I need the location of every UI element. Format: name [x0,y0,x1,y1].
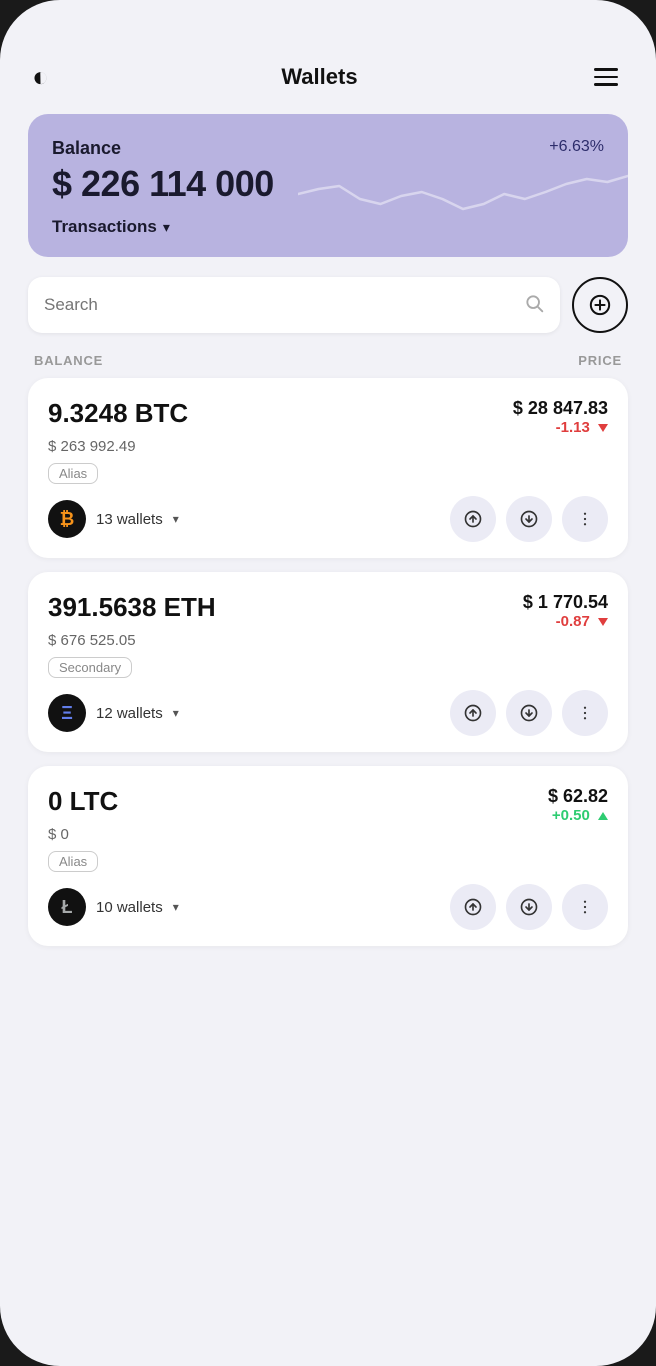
balance-label: Balance [52,138,121,159]
eth-wallet-count: 12 wallets [96,705,163,722]
ltc-change: +0.50 [552,807,608,824]
balance-card: Balance +6.63% $ 226 114 000 Transaction… [28,114,628,257]
btc-wallet-info[interactable]: ₿ 13 wallets ▾ [48,500,179,538]
ltc-price: $ 62.82 [548,786,608,807]
ltc-wallet-count: 10 wallets [96,899,163,916]
price-column-header: PRICE [578,353,622,368]
eth-change: -0.87 [556,613,608,630]
btc-price: $ 28 847.83 [513,398,608,419]
btc-usd-value: $ 263 992.49 [48,438,608,455]
ltc-change-up-icon [598,812,608,820]
search-box[interactable] [28,277,560,333]
ltc-wallet-info[interactable]: Ł 10 wallets ▾ [48,888,179,926]
btc-more-button[interactable] [562,496,608,542]
crypto-card-ltc: 0 LTC $ 62.82 +0.50 $ 0 Alias Ł 10 walle… [28,766,628,946]
eth-more-button[interactable] [562,690,608,736]
eth-wallet-info[interactable]: Ξ 12 wallets ▾ [48,694,179,732]
add-wallet-button[interactable] [572,277,628,333]
ltc-coin-icon: Ł [48,888,86,926]
ltc-usd-value: $ 0 [48,826,608,843]
ltc-wallets-chevron-icon: ▾ [173,900,179,914]
balance-column-header: BALANCE [34,353,103,368]
crypto-list: 9.3248 BTC $ 28 847.83 -1.13 $ 263 992.4… [28,378,628,946]
btc-send-button[interactable] [450,496,496,542]
btc-wallets-chevron-icon: ▾ [173,512,179,526]
ltc-more-button[interactable] [562,884,608,930]
eth-coin-icon: Ξ [48,694,86,732]
btc-change-down-icon [598,424,608,432]
btc-receive-button[interactable] [506,496,552,542]
search-row [28,277,628,333]
btc-change: -1.13 [556,419,608,436]
search-icon [524,293,544,318]
balance-chart [298,144,628,234]
eth-price: $ 1 770.54 [523,592,608,613]
eth-send-button[interactable] [450,690,496,736]
btc-wallet-count: 13 wallets [96,511,163,528]
app-header: ◐ Wallets [28,50,628,114]
ltc-send-button[interactable] [450,884,496,930]
page-title: Wallets [281,64,357,90]
transactions-chevron-icon: ▾ [163,219,170,236]
btc-alias-tag: Alias [48,463,98,484]
btc-coin-icon: ₿ [48,500,86,538]
ltc-amount: 0 LTC [48,786,118,817]
search-input[interactable] [44,295,524,315]
eth-change-down-icon [598,618,608,626]
menu-button[interactable] [590,60,624,94]
ltc-receive-button[interactable] [506,884,552,930]
column-headers: BALANCE PRICE [28,339,628,378]
crypto-card-eth: 391.5638 ETH $ 1 770.54 -0.87 $ 676 525.… [28,572,628,752]
eth-receive-button[interactable] [506,690,552,736]
btc-amount: 9.3248 BTC [48,398,188,429]
eth-amount: 391.5638 ETH [48,592,216,623]
eth-usd-value: $ 676 525.05 [48,632,608,649]
logo-icon: ◐ [32,61,49,93]
transactions-label: Transactions [52,217,157,237]
eth-wallets-chevron-icon: ▾ [173,706,179,720]
crypto-card-btc: 9.3248 BTC $ 28 847.83 -1.13 $ 263 992.4… [28,378,628,558]
eth-alias-tag: Secondary [48,657,132,678]
ltc-alias-tag: Alias [48,851,98,872]
